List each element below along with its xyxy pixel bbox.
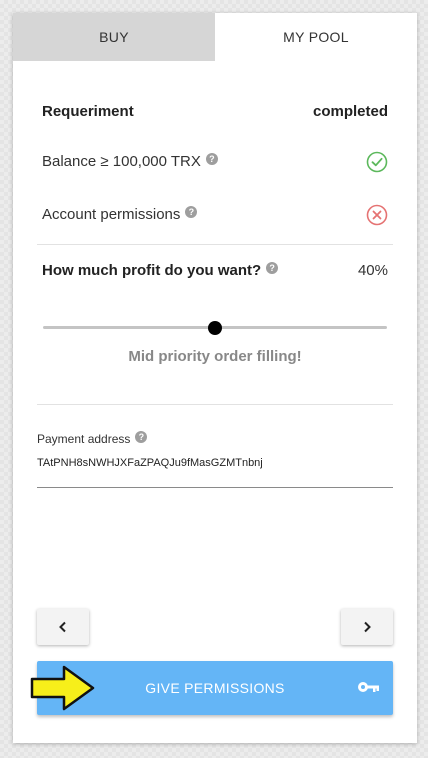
requirement-permissions-label: Account permissions — [42, 206, 181, 223]
pool-card: BUY MY POOL Requeriment completed Balanc… — [13, 13, 417, 743]
payment-address-label-group: Payment address ? — [37, 431, 148, 446]
tab-bar: BUY MY POOL — [13, 13, 417, 61]
requirement-permissions: Account permissions ? — [42, 205, 198, 223]
check-icon — [366, 151, 388, 172]
help-icon[interactable]: ? — [266, 261, 279, 274]
help-icon[interactable]: ? — [185, 205, 198, 218]
requirement-permissions-row: Account permissions ? — [42, 204, 388, 225]
requirements-header: Requeriment completed — [42, 103, 388, 120]
requirements-status-title: completed — [312, 103, 388, 120]
key-icon — [358, 682, 379, 692]
payment-address-input[interactable] — [37, 457, 393, 469]
help-icon[interactable]: ? — [135, 431, 148, 443]
profit-question: How much profit do you want? ? — [42, 261, 279, 279]
tab-buy[interactable]: BUY — [13, 13, 215, 61]
requirements-title: Requeriment — [42, 103, 134, 120]
chevron-right-icon — [364, 621, 371, 633]
requirement-balance: Balance ≥ 100,000 TRX ? — [42, 152, 218, 170]
next-button[interactable] — [341, 609, 393, 645]
help-icon[interactable]: ? — [205, 152, 218, 165]
yellow-arrow-icon — [30, 665, 95, 711]
prev-button[interactable] — [37, 609, 89, 645]
give-permissions-label: GIVE PERMISSIONS — [145, 680, 285, 696]
profit-slider-thumb[interactable] — [208, 321, 222, 335]
payment-address-underline — [37, 487, 393, 488]
profit-value: 40% — [357, 262, 388, 279]
tab-my-pool[interactable]: MY POOL — [215, 13, 417, 61]
profit-label: How much profit do you want? — [42, 262, 262, 279]
priority-text: Mid priority order filling! — [128, 348, 302, 365]
divider — [37, 244, 393, 245]
payment-address-label: Payment address — [37, 432, 131, 446]
divider — [37, 404, 393, 405]
profit-row: How much profit do you want? ? 40% — [42, 261, 388, 279]
cross-icon — [366, 204, 388, 225]
chevron-left-icon — [59, 621, 66, 633]
requirement-balance-label: Balance ≥ 100,000 TRX — [42, 153, 201, 170]
requirement-balance-row: Balance ≥ 100,000 TRX ? — [42, 151, 388, 172]
